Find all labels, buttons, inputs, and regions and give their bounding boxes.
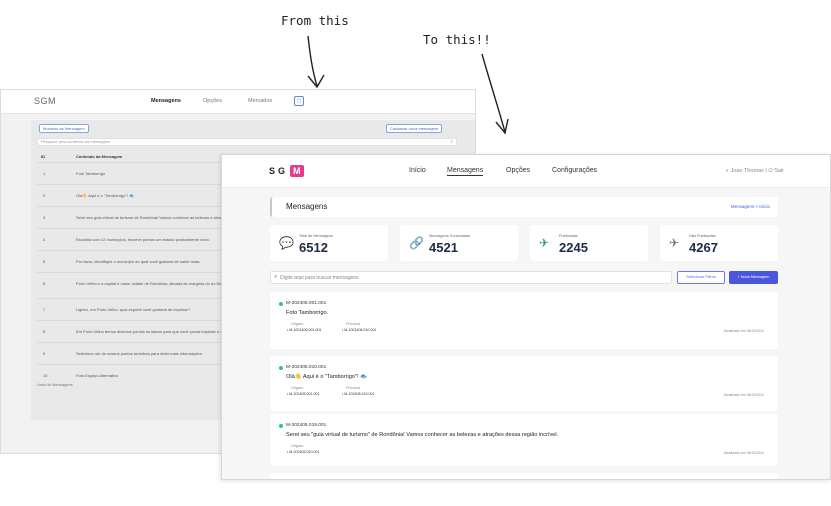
row-id: 10	[43, 373, 48, 378]
new-logo[interactable]: SG M	[269, 165, 304, 177]
link-icon: 🔗	[409, 236, 424, 250]
row-id: 1	[43, 171, 46, 176]
message-card[interactable]: M-202405.019.001 Serei seu "guia virtual…	[270, 414, 778, 466]
next-value: M-202405.019.001	[344, 392, 375, 396]
row-id: 3	[43, 215, 46, 220]
stat-label: Mensagens Conectadas	[429, 234, 470, 238]
stat-value: 6512	[299, 240, 328, 255]
message-body: Serei seu "guia virtual de turismo" de R…	[286, 432, 559, 438]
old-nav-mercados[interactable]: Mercados	[248, 98, 272, 104]
message-code: M-202405.019.001	[286, 423, 327, 428]
status-dot-icon	[279, 424, 283, 428]
next-label: Próxima	[346, 322, 360, 326]
new-topnav: SG M Início Mensagens Opções Configuraçõe…	[222, 155, 830, 188]
search-icon: ⌕	[274, 274, 278, 280]
stat-card-connected: 🔗 Mensagens Conectadas 4521	[400, 225, 518, 261]
updated-timestamp: Atualizado em 06/11/2024	[723, 393, 764, 397]
to-this-annotation: To this!!	[423, 32, 491, 47]
origin-link[interactable]: • M-202405.001.001	[287, 392, 319, 396]
row-id: 5	[43, 259, 46, 264]
old-nav-mensagens[interactable]: Mensagens	[151, 98, 181, 104]
next-value: M-1001406.010.001	[344, 328, 377, 332]
old-nav-opcoes[interactable]: Opções	[203, 98, 222, 104]
next-label: Próxima	[346, 386, 360, 390]
stat-label: Não Publicadas	[689, 234, 716, 238]
message-card[interactable]	[270, 473, 778, 479]
row-id: 4	[43, 237, 46, 242]
stat-value: 4267	[689, 240, 718, 255]
chat-icon: 💬	[279, 236, 294, 250]
row-id: 6	[43, 281, 46, 286]
filter-button[interactable]: Selecionar Filtros	[677, 271, 725, 284]
search-placeholder: Digite aqui para buscar mensagens	[280, 275, 359, 281]
row-id: 8	[43, 329, 46, 334]
next-link[interactable]: • M-202405.019.001	[342, 392, 374, 396]
next-link[interactable]: • M-1001406.010.001	[342, 328, 376, 332]
new-message-button[interactable]: + Nova Mensagem	[729, 271, 778, 284]
origin-label: Origem	[291, 322, 304, 326]
old-list-footer: Lista de Mensagens	[37, 382, 73, 387]
stat-card-total: 💬 Total de Mensagens 6512	[270, 225, 388, 261]
stat-value: 4521	[429, 240, 458, 255]
from-this-annotation: From this	[281, 13, 349, 28]
updated-timestamp: Atualizado em 06/11/2024	[723, 329, 764, 333]
send-off-icon: ✈	[669, 236, 680, 250]
origin-label: Origem	[291, 386, 304, 390]
origin-link[interactable]: • M-202405.010.001	[287, 450, 319, 454]
new-ui-screenshot: SG M Início Mensagens Opções Configuraçõe…	[221, 154, 831, 480]
origin-link[interactable]: • M-1001406.001.001	[287, 328, 321, 332]
old-topbar: SGM Mensagens Opções Mercados ▢	[1, 90, 475, 114]
nav-configuracoes[interactable]: Configurações	[552, 167, 597, 174]
old-register-button[interactable]: Cadastrar nova mensagem	[386, 124, 443, 133]
old-search-placeholder: Pesquise pelo conteúdo da mensagem	[41, 139, 111, 144]
old-nav-icon[interactable]: ▢	[294, 96, 304, 106]
status-dot-icon	[279, 302, 283, 306]
nav-opcoes[interactable]: Opções	[506, 167, 530, 174]
row-id: 7	[43, 307, 46, 312]
status-dot-icon	[279, 366, 283, 370]
origin-label: Origem	[291, 444, 304, 448]
origin-value: M-202405.010.001	[289, 450, 320, 454]
origin-value: M-1001406.001.001	[289, 328, 322, 332]
stat-card-published: ✈ Publicadas 2245	[530, 225, 648, 261]
message-card[interactable]: M-202405.010.001 Olá👋 Aqui é o "Tamborri…	[270, 356, 778, 411]
message-code: M-202405.010.001	[286, 365, 327, 370]
stat-card-unpublished: ✈ Não Publicadas 4267	[660, 225, 778, 261]
message-body: Foto Tamborrigo.	[286, 310, 329, 316]
old-brand: SGM	[34, 96, 57, 106]
stat-label: Total de Mensagens	[299, 234, 333, 238]
stat-label: Publicadas	[559, 234, 578, 238]
page-header-card: Mensagens Mensagens > Início	[270, 197, 778, 217]
send-icon: ✈	[539, 236, 550, 250]
stat-value: 2245	[559, 240, 588, 255]
nav-inicio[interactable]: Início	[409, 167, 426, 174]
message-code: M-202405.001.001	[286, 301, 327, 306]
row-id: 2	[43, 193, 46, 198]
message-body: Olá👋 Aqui é o "Tamborrigo"! 🐟	[286, 374, 368, 380]
old-col-id: ID	[41, 154, 45, 159]
search-input[interactable]: ⌕ Digite aqui para buscar mensagens	[270, 271, 672, 284]
page-title: Mensagens	[286, 202, 328, 211]
arrow-to-icon	[481, 53, 509, 135]
search-icon: ⌕	[450, 139, 453, 145]
row-id: 9	[43, 351, 46, 356]
old-search-input[interactable]: Pesquise pelo conteúdo da mensagem ⌕	[37, 138, 457, 146]
nav-mensagens[interactable]: Mensagens	[447, 167, 484, 176]
old-col-content: Conteúdo da Mensagem	[76, 154, 123, 159]
logo-badge: M	[290, 165, 304, 177]
breadcrumb[interactable]: Mensagens > Início	[731, 204, 770, 209]
old-templates-button[interactable]: Modelos de Mensagem	[39, 124, 89, 133]
user-menu[interactable]: ◐ Joao Thomas | ⏻ Sair	[726, 168, 784, 175]
arrow-from-icon	[307, 35, 325, 89]
origin-value: M-202405.001.001	[289, 392, 320, 396]
message-card[interactable]: M-202405.001.001 Foto Tamborrigo. Origem…	[270, 292, 778, 349]
updated-timestamp: Atualizado em 06/11/2024	[723, 451, 764, 455]
logo-text: SG	[269, 166, 289, 176]
